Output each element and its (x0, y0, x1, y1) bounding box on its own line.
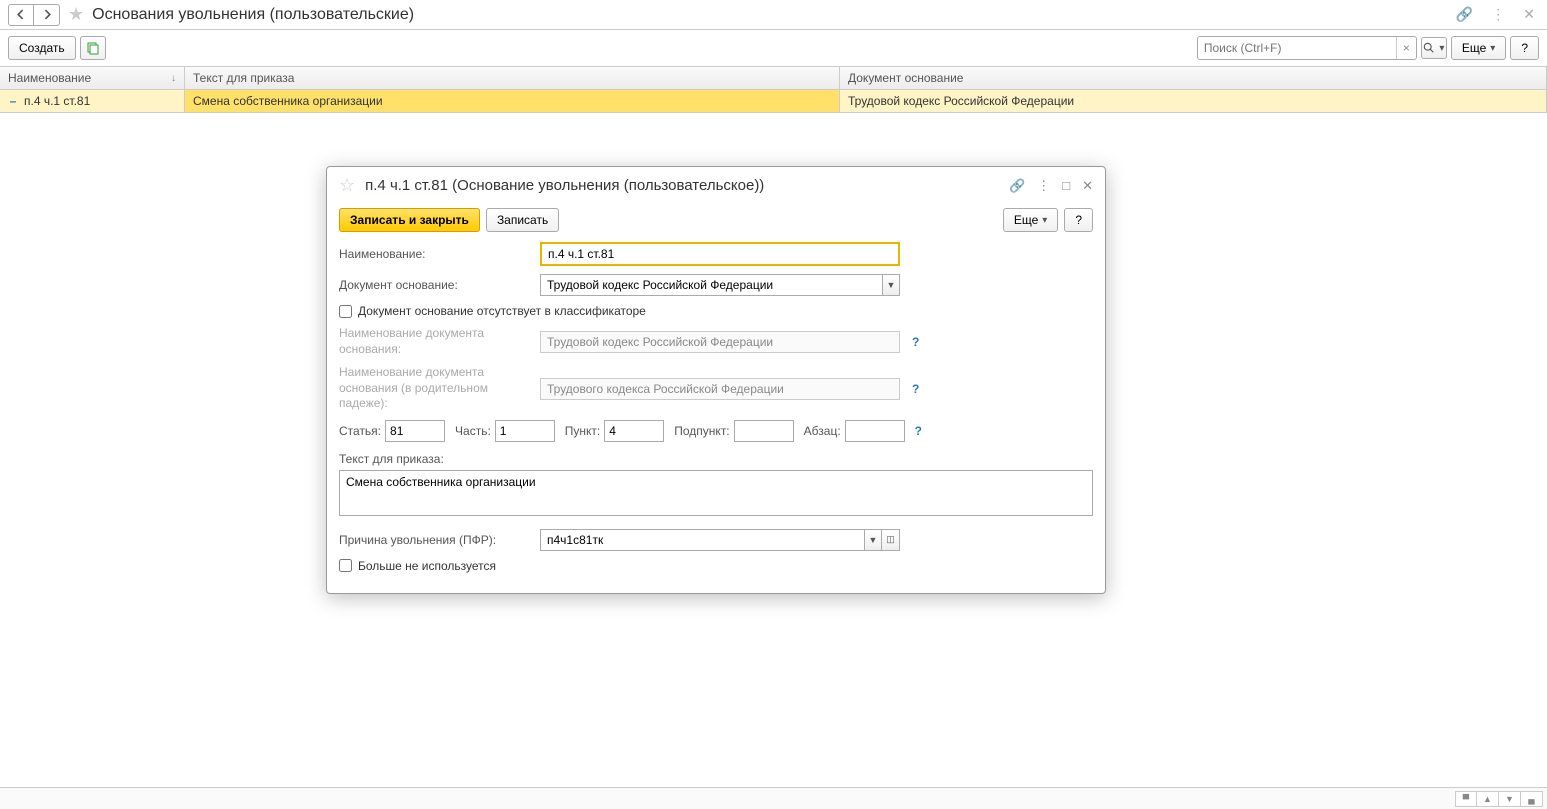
part-input[interactable] (495, 420, 555, 442)
item-marker-icon: – (8, 94, 18, 108)
cell-text: Смена собственника организации (185, 90, 840, 112)
panel-btn-1[interactable]: ▀ (1455, 791, 1477, 807)
pfr-open-button[interactable]: ◫ (882, 529, 900, 551)
save-close-button[interactable]: Записать и закрыть (339, 208, 480, 232)
search-field-wrapper: × (1197, 36, 1417, 60)
label-no-classifier: Документ основание отсутствует в классиф… (358, 304, 646, 318)
docbase-name-input (540, 331, 900, 353)
search-input[interactable] (1198, 41, 1396, 55)
help-article-icon[interactable]: ? (915, 424, 922, 438)
panel-btn-3[interactable]: ▼ (1499, 791, 1521, 807)
close-icon[interactable]: ✕ (1519, 6, 1539, 23)
label-not-used: Больше не используется (358, 559, 496, 573)
copy-button[interactable] (80, 36, 106, 60)
panel-btn-4[interactable]: ▄ (1521, 791, 1543, 807)
label-docbase-name-gen: Наименование документа основания (в роди… (339, 365, 534, 412)
column-header-text[interactable]: Текст для приказа (185, 67, 840, 89)
label-pfr: Причина увольнения (ПФР): (339, 533, 534, 547)
pfr-dropdown-button[interactable]: ▼ (864, 529, 882, 551)
dialog-maximize-icon[interactable]: □ (1062, 178, 1070, 193)
label-part: Часть: (455, 424, 491, 438)
label-order-text: Текст для приказа: (339, 452, 1093, 466)
label-subpoint: Подпункт: (674, 424, 729, 438)
sort-asc-icon: ↓ (171, 73, 176, 84)
article-input[interactable] (385, 420, 445, 442)
dialog-help-button[interactable]: ? (1064, 208, 1093, 232)
help-button[interactable]: ? (1510, 36, 1539, 60)
label-article: Статья: (339, 424, 381, 438)
docbase-name-gen-input (540, 378, 900, 400)
order-text-textarea[interactable] (339, 470, 1093, 516)
panel-btn-2[interactable]: ▲ (1477, 791, 1499, 807)
link-icon[interactable]: 🔗 (1452, 6, 1477, 23)
label-docbase: Документ основание: (339, 278, 534, 292)
favorite-star-icon[interactable]: ★ (68, 4, 84, 25)
docbase-dropdown-button[interactable]: ▼ (882, 274, 900, 296)
search-clear-button[interactable]: × (1396, 37, 1416, 59)
dialog-more-button[interactable]: Еще (1003, 208, 1058, 232)
paragraph-input[interactable] (845, 420, 905, 442)
kebab-menu-icon[interactable]: ⋮ (1487, 6, 1509, 23)
table-row[interactable]: – п.4 ч.1 ст.81 Смена собственника орган… (0, 90, 1547, 113)
cell-doc: Трудовой кодекс Российской Федерации (840, 90, 1547, 112)
column-header-doc[interactable]: Документ основание (840, 67, 1547, 89)
dialog-title: п.4 ч.1 ст.81 (Основание увольнения (пол… (365, 177, 764, 194)
label-paragraph: Абзац: (804, 424, 841, 438)
no-classifier-checkbox[interactable] (339, 305, 352, 318)
pfr-input[interactable] (540, 529, 864, 551)
nav-back-button[interactable] (8, 4, 34, 26)
label-point: Пункт: (565, 424, 600, 438)
cell-name: п.4 ч.1 ст.81 (24, 94, 90, 108)
label-name: Наименование: (339, 247, 534, 261)
edit-dialog: ☆ п.4 ч.1 ст.81 (Основание увольнения (п… (326, 166, 1106, 594)
create-button[interactable]: Создать (8, 36, 76, 60)
not-used-checkbox[interactable] (339, 559, 352, 572)
column-header-name[interactable]: Наименование ↓ (0, 67, 185, 89)
help-docbase-name-icon[interactable]: ? (912, 335, 919, 349)
dialog-kebab-icon[interactable]: ⋮ (1037, 178, 1050, 194)
point-input[interactable] (604, 420, 664, 442)
help-docbase-name-gen-icon[interactable]: ? (912, 382, 919, 396)
subpoint-input[interactable] (734, 420, 794, 442)
dialog-favorite-star-icon[interactable]: ☆ (339, 175, 355, 196)
dialog-close-icon[interactable]: ✕ (1082, 178, 1093, 194)
docbase-input[interactable] (540, 274, 882, 296)
label-docbase-name: Наименование документа основания: (339, 326, 534, 357)
save-button[interactable]: Записать (486, 208, 559, 232)
name-input[interactable] (540, 242, 900, 266)
nav-forward-button[interactable] (34, 4, 60, 26)
more-button[interactable]: Еще (1451, 36, 1506, 60)
search-dropdown-button[interactable] (1421, 37, 1447, 59)
dialog-link-icon[interactable]: 🔗 (1009, 178, 1025, 194)
page-title: Основания увольнения (пользовательские) (92, 6, 414, 24)
